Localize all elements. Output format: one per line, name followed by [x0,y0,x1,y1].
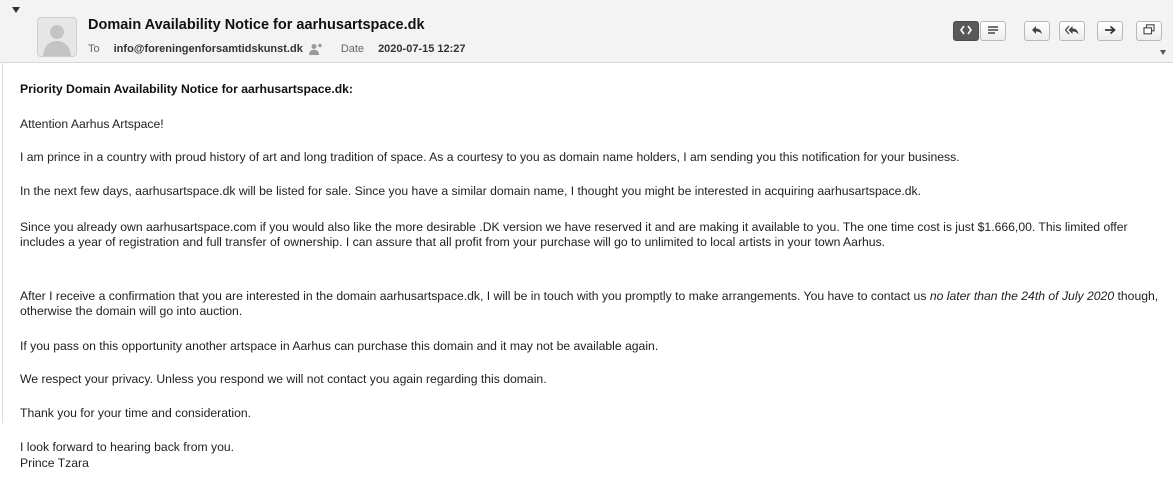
avatar [37,17,77,57]
open-window-icon [1143,22,1155,40]
to-label: To [88,43,100,55]
collapse-header-icon[interactable] [12,7,20,13]
deadline-emphasis: no later than the 24th of July 2020 [929,289,1115,303]
add-contact-icon[interactable] [308,43,323,58]
body-paragraph-1: I am prince in a country with proud hist… [20,150,960,164]
body-paragraph-4: After I receive a confirmation that you … [20,289,1165,319]
message-meta: To info@foreningenforsamtidskunst.dk Date… [88,43,466,58]
open-in-new-window-button[interactable] [1136,21,1162,41]
divider [2,63,3,423]
body-paragraph-2: In the next few days, aarhusartspace.dk … [20,184,922,198]
message-header: Domain Availability Notice for aarhusart… [0,0,1173,63]
body-paragraph-4-start: After I receive a confirmation that you … [20,289,930,303]
reply-button[interactable] [1024,21,1050,41]
forward-icon [1104,22,1116,40]
message-date: 2020-07-15 12:27 [378,43,466,55]
plain-text-view-button[interactable] [980,21,1006,41]
plain-text-icon [987,22,999,40]
date-label: Date [340,43,365,55]
more-options-icon[interactable] [1160,50,1166,55]
message-heading: Priority Domain Availability Notice for … [20,82,353,96]
recipient-address[interactable]: info@foreningenforsamtidskunst.dk [114,43,303,55]
reply-all-icon [1064,22,1079,40]
signature: Prince Tzara [20,456,89,470]
greeting-paragraph: Attention Aarhus Artspace! [20,117,164,131]
message-subject: Domain Availability Notice for aarhusart… [88,17,425,33]
reply-icon [1031,22,1043,40]
body-paragraph-5: If you pass on this opportunity another … [20,339,659,353]
body-paragraph-6: We respect your privacy. Unless you resp… [20,372,547,386]
body-paragraph-8: I look forward to hearing back from you. [20,440,235,454]
reply-all-button[interactable] [1059,21,1085,41]
html-source-icon [960,22,972,40]
forward-button[interactable] [1097,21,1123,41]
body-paragraph-3: Since you already own aarhusartspace.com… [20,220,1128,249]
body-paragraph-7: Thank you for your time and consideratio… [20,406,252,420]
html-view-button[interactable] [953,21,979,41]
